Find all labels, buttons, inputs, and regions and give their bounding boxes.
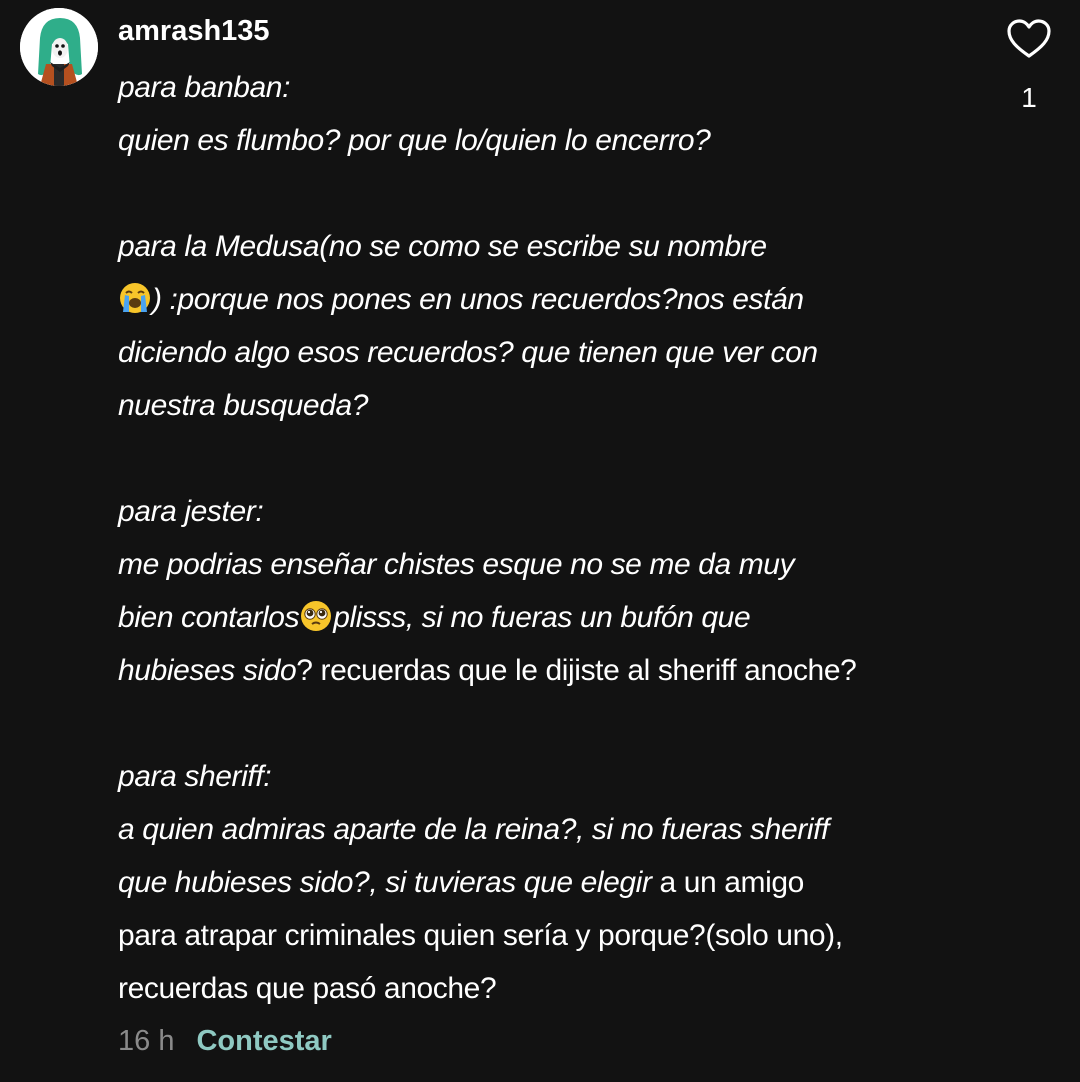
- comment-line: para banban:: [118, 71, 291, 104]
- comment-text: para banban: quien es flumbo? por que lo…: [118, 61, 948, 1015]
- comment-line: para jester:: [118, 495, 264, 528]
- pleading-face-emoji-icon: [301, 601, 332, 632]
- comment-line: para sheriff:: [118, 760, 272, 793]
- heart-icon[interactable]: [1006, 18, 1052, 60]
- comment-line: para atrapar criminales quien sería y po…: [118, 919, 843, 952]
- like-count: 1: [1021, 82, 1037, 113]
- comment-line: recuerdas que pasó anoche?: [118, 972, 497, 1005]
- comment-meta: 16 h Contestar: [118, 1021, 332, 1061]
- reply-button[interactable]: Contestar: [196, 1021, 331, 1061]
- comment-line: nuestra busqueda?: [118, 389, 369, 422]
- comment-line: ) :porque nos pones en unos recuerdos?no…: [118, 273, 948, 326]
- comment-line: me podrias enseñar chistes esque no se m…: [118, 548, 795, 581]
- timestamp: 16 h: [118, 1025, 175, 1057]
- like-area: 1: [1006, 18, 1052, 115]
- comment-line-text: plisss, si no fueras un bufón que: [333, 601, 751, 634]
- comment-line: a quien admiras aparte de la reina?, si …: [118, 813, 829, 846]
- comment-line: que hubieses sido?, si tuvieras que eleg…: [118, 856, 948, 909]
- comment-line: quien es flumbo? por que lo/quien lo enc…: [118, 124, 711, 157]
- comment-line: para la Medusa(no se como se escribe su …: [118, 230, 767, 263]
- avatar[interactable]: [20, 8, 98, 86]
- comment-line-text: ) :porque nos pones en unos recuerdos?no…: [152, 283, 804, 316]
- avatar-character-icon: [20, 8, 98, 86]
- comment-line: diciendo algo esos recuerdos? que tienen…: [118, 336, 818, 369]
- comment-line: bien contarlos plisss, si no fueras un b…: [118, 591, 948, 644]
- comment-line-text: a un amigo: [651, 866, 804, 899]
- comment-line-text: bien contarlos: [118, 601, 300, 634]
- comment-line-text: que hubieses sido?, si tuvieras que eleg…: [118, 866, 652, 899]
- comment-line-text: hubieses sido: [118, 654, 297, 687]
- username[interactable]: amrash135: [118, 12, 270, 50]
- crying-face-emoji-icon: [120, 283, 150, 314]
- comment-line: hubieses sido? recuerdas que le dijiste …: [118, 644, 948, 697]
- comment-line-text: ? recuerdas que le dijiste al sheriff an…: [296, 654, 857, 687]
